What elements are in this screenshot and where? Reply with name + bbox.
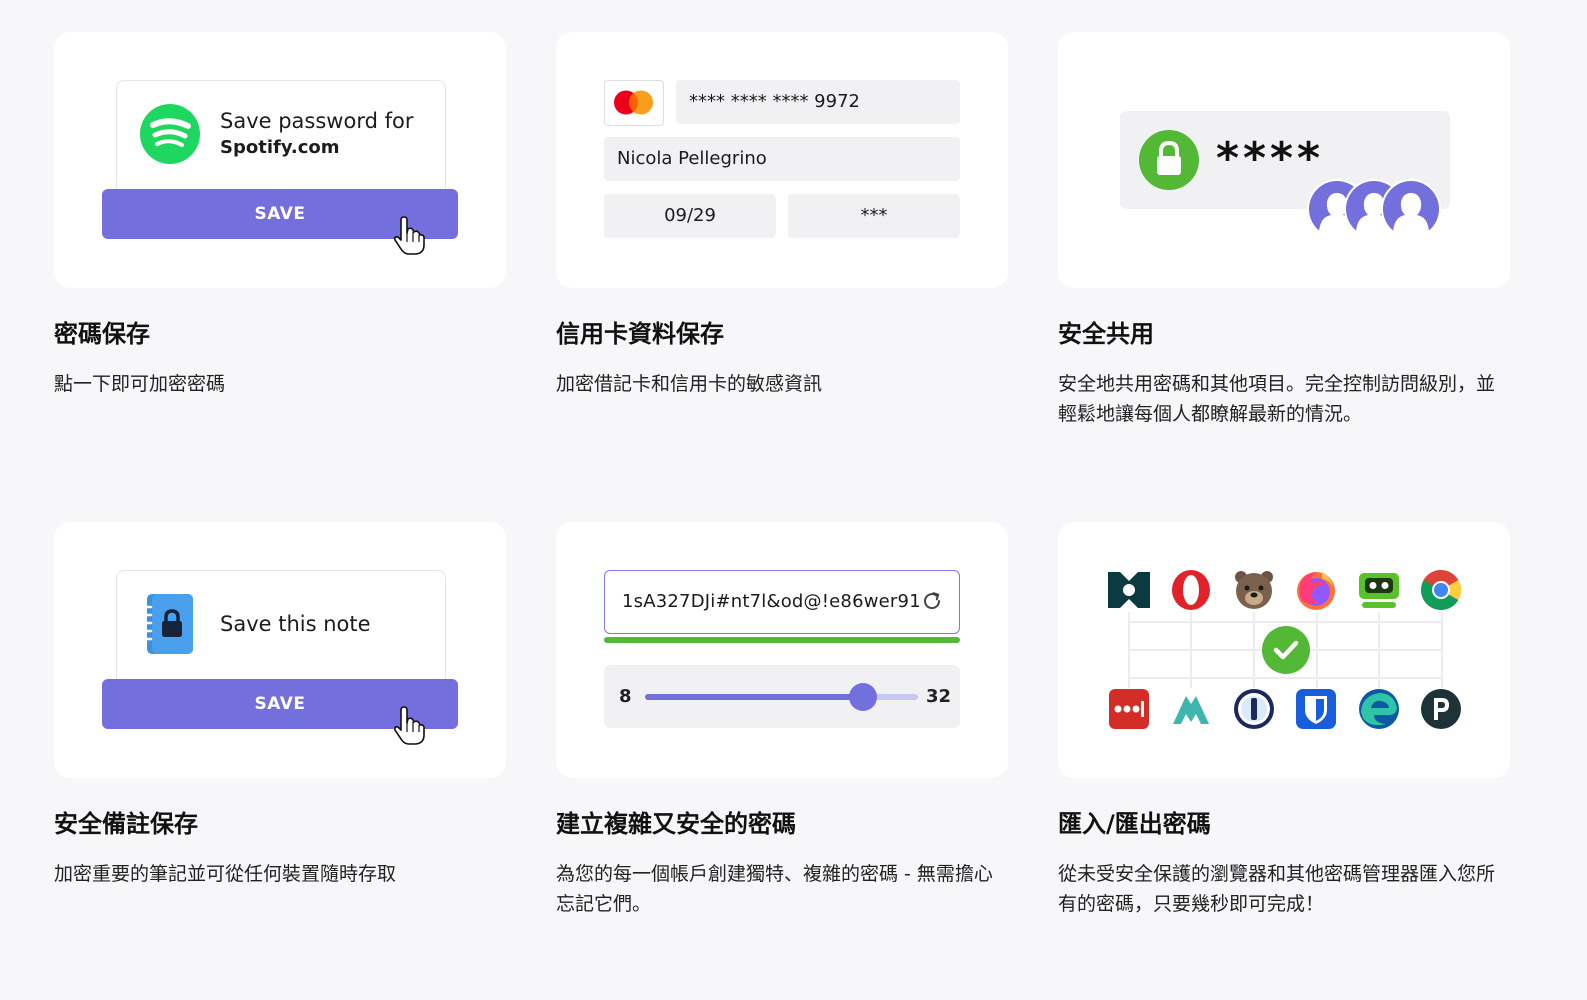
credit-card-card: **** **** **** 9972 Nicola Pellegrino 09… — [556, 32, 1008, 288]
popup-title: Save password for — [220, 109, 414, 133]
save-note-popup: Save this note — [116, 570, 446, 688]
length-slider-thumb[interactable] — [849, 683, 878, 711]
notebook-lock-icon — [143, 594, 193, 654]
card-number-field[interactable]: **** **** **** 9972 — [676, 80, 960, 124]
mastercard-icon — [604, 80, 664, 126]
dashlane-icon — [1108, 572, 1150, 608]
bitwarden-icon — [1296, 689, 1336, 729]
user-avatar-icon — [1381, 179, 1441, 239]
generated-password-field[interactable]: 1sA327DJi#nt7l&od@!e86wer91 — [604, 570, 960, 634]
hand-cursor-icon — [394, 216, 425, 255]
refresh-icon[interactable] — [921, 590, 943, 612]
feature-title: 安全共用 — [1058, 320, 1154, 348]
feature-desc: 安全地共用密碼和其他項目。完全控制訪問級別，並輕鬆地讓每個人都瞭解最新的情況。 — [1058, 373, 1496, 425]
feature-title: 信用卡資料保存 — [556, 320, 724, 348]
import-export-card — [1058, 522, 1510, 778]
spotify-icon — [140, 104, 200, 164]
feature-title: 安全備註保存 — [54, 810, 198, 838]
check-icon — [1262, 626, 1310, 674]
hand-cursor-icon — [394, 706, 425, 745]
slider-max-label: 32 — [925, 686, 951, 707]
roboform-icon — [1235, 571, 1273, 609]
chrome-icon — [1421, 570, 1461, 610]
feature-desc: 加密重要的筆記並可從任何裝置隨時存取 — [54, 863, 397, 885]
password-generator-card: 1sA327DJi#nt7l&od@!e86wer91 8 32 — [556, 522, 1008, 778]
feature-title: 密碼保存 — [54, 320, 150, 348]
password-strength-bar — [604, 637, 960, 643]
feature-desc: 點一下即可加密密碼 — [54, 373, 226, 395]
firefox-icon — [1297, 572, 1335, 610]
cvv-field[interactable]: *** — [788, 194, 960, 238]
secure-sharing-card: **** — [1058, 32, 1510, 288]
popup-title: Save this note — [220, 612, 371, 636]
feature-title: 匯入/匯出密碼 — [1058, 810, 1211, 838]
edge-icon — [1359, 689, 1399, 729]
shared-users-group — [1307, 179, 1441, 239]
popup-site: Spotify.com — [220, 137, 340, 158]
secure-note-card: Save this note SAVE — [54, 522, 506, 778]
length-slider-track[interactable] — [645, 683, 918, 711]
save-password-popup: Save password for Spotify.com — [116, 80, 446, 198]
generated-password: 1sA327DJi#nt7l&od@!e86wer91 — [622, 591, 921, 612]
opera-icon — [1172, 570, 1210, 610]
lock-icon — [1139, 130, 1199, 190]
nordpass-icon — [1173, 696, 1209, 724]
feature-desc: 從未受安全保護的瀏覽器和其他密碼管理器匯入您所有的密碼，只要幾秒即可完成！ — [1058, 863, 1496, 915]
feature-desc: 加密借記卡和信用卡的敏感資訊 — [556, 373, 823, 395]
length-slider-box: 8 32 — [604, 665, 960, 728]
feature-desc: 為您的每一個帳戶創建獨特、複雜的密碼 - 無需擔心忘記它們。 — [556, 863, 993, 915]
robot-icon — [1359, 573, 1399, 608]
cardholder-name-field[interactable]: Nicola Pellegrino — [604, 137, 960, 181]
slider-min-label: 8 — [619, 686, 632, 707]
expiry-field[interactable]: 09/29 — [604, 194, 776, 238]
feature-title: 建立複雜又安全的密碼 — [556, 810, 796, 838]
length-slider-fill — [645, 694, 864, 700]
keeper-icon — [1421, 689, 1461, 729]
password-save-card: Save password for Spotify.com SAVE — [54, 32, 506, 288]
lastpass-icon — [1109, 689, 1149, 729]
1password-icon — [1234, 689, 1274, 729]
